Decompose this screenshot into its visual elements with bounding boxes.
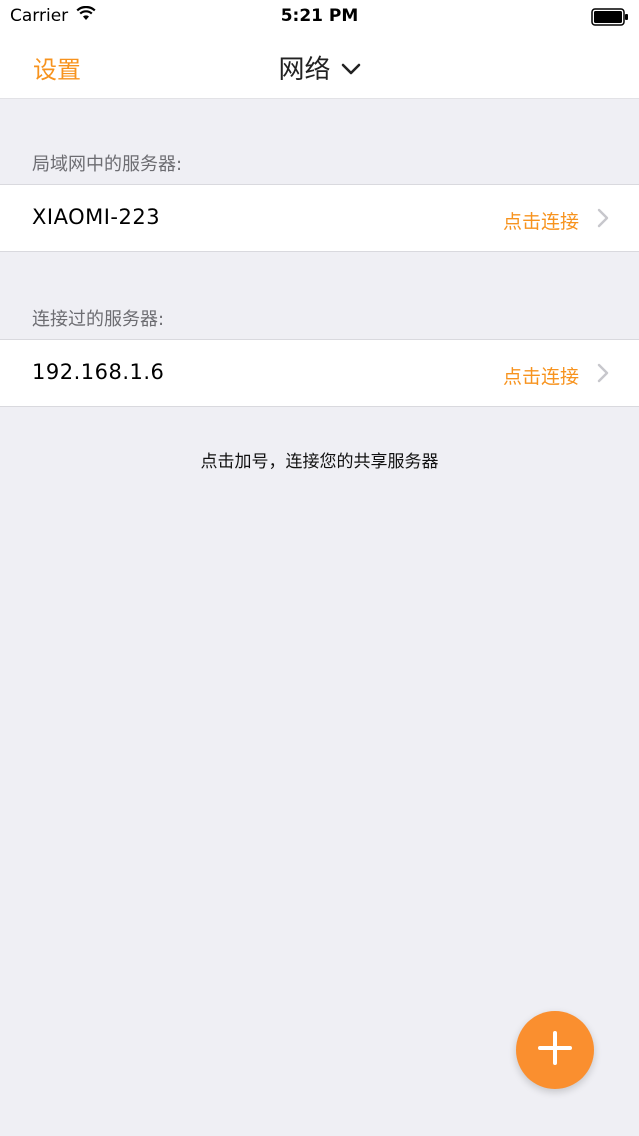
server-name: XIAOMI-223 [32, 205, 161, 229]
status-bar: Carrier 5:21 PM [0, 0, 639, 34]
network-title-dropdown[interactable]: 网络 [0, 49, 639, 86]
plus-icon [537, 1030, 573, 1070]
connect-label[interactable]: 点击连接 [503, 207, 579, 234]
chevron-right-icon [597, 208, 609, 232]
status-time: 5:21 PM [280, 6, 359, 26]
page-title: 网络 [278, 55, 331, 85]
server-row[interactable]: XIAOMI-223 点击连接 [0, 184, 639, 252]
hint-text: 点击加号，连接您的共享服务器 [200, 452, 439, 472]
section-header-lan: 局域网中的服务器: [32, 154, 183, 175]
server-row[interactable]: 192.168.1.6 点击连接 [0, 339, 639, 407]
add-server-button[interactable] [516, 1011, 594, 1089]
connect-label[interactable]: 点击连接 [503, 362, 579, 389]
chevron-down-icon [341, 53, 361, 83]
battery-icon [591, 8, 629, 30]
section-header-history: 连接过的服务器: [32, 309, 165, 330]
server-name: 192.168.1.6 [32, 360, 165, 384]
chevron-right-icon [597, 363, 609, 387]
nav-bar: 设置 网络 [0, 34, 639, 99]
